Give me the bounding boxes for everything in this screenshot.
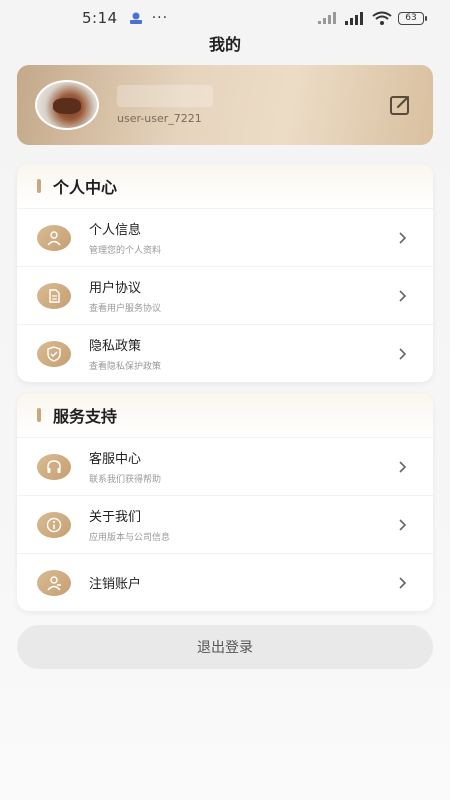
menu-subtitle: 管理您的个人资料 xyxy=(89,246,162,256)
menu-subtitle: 联系我们获得帮助 xyxy=(89,475,162,485)
profile-username: user-user_7221 xyxy=(117,112,202,125)
chevron-right-icon xyxy=(399,576,407,589)
menu-item-customer-service[interactable]: 客服中心 联系我们获得帮助 xyxy=(17,437,433,495)
edit-profile-button[interactable] xyxy=(387,92,413,118)
wifi-icon xyxy=(372,11,392,25)
section-header: 个人中心 xyxy=(17,164,433,208)
menu-text: 客服中心 联系我们获得帮助 xyxy=(89,448,397,485)
menu-text: 用户协议 查看用户服务协议 xyxy=(89,277,397,314)
menu-subtitle: 查看用户服务协议 xyxy=(89,304,162,314)
menu-item-delete-account[interactable]: 注销账户 xyxy=(17,553,433,611)
profile-card[interactable]: user-user_7221 xyxy=(17,65,433,145)
menu-item-personal-info[interactable]: 个人信息 管理您的个人资料 xyxy=(17,208,433,266)
profile-name-placeholder xyxy=(117,85,213,107)
menu-title: 关于我们 xyxy=(89,510,142,525)
edit-icon xyxy=(390,95,410,115)
app-notification-icon xyxy=(129,12,142,24)
status-time: 5:14 xyxy=(82,9,118,27)
section-title: 个人中心 xyxy=(53,178,118,197)
profile-info: user-user_7221 xyxy=(117,85,387,125)
menu-text: 个人信息 管理您的个人资料 xyxy=(89,219,397,256)
chevron-right-icon xyxy=(399,460,407,473)
status-indicators: 63 xyxy=(318,11,427,25)
chevron-right-icon xyxy=(399,231,407,244)
headset-icon xyxy=(37,453,71,480)
info-icon xyxy=(37,511,71,538)
menu-item-about-us[interactable]: 关于我们 应用版本与公司信息 xyxy=(17,495,433,553)
menu-item-privacy-policy[interactable]: 隐私政策 查看隐私保护政策 xyxy=(17,324,433,382)
section-title: 服务支持 xyxy=(53,407,118,426)
menu-subtitle: 查看隐私保护政策 xyxy=(89,362,162,372)
user-remove-icon xyxy=(37,569,71,596)
user-icon xyxy=(37,224,71,251)
menu-text: 关于我们 应用版本与公司信息 xyxy=(89,506,397,543)
logout-button[interactable]: 退出登录 xyxy=(17,625,433,669)
chevron-right-icon xyxy=(399,518,407,531)
battery-icon: 63 xyxy=(398,11,427,25)
shield-icon xyxy=(37,340,71,367)
section-header: 服务支持 xyxy=(17,393,433,437)
menu-text: 隐私政策 查看隐私保护政策 xyxy=(89,335,397,372)
page-title: 我的 xyxy=(208,35,241,54)
section-service-support: 服务支持 客服中心 联系我们获得帮助 关于我们 应用版本与公司信息 注销账户 xyxy=(17,393,433,611)
chevron-right-icon xyxy=(399,347,407,360)
menu-title: 个人信息 xyxy=(89,223,142,238)
signal-icon xyxy=(318,12,336,24)
menu-text: 注销账户 xyxy=(89,573,397,592)
menu-title: 隐私政策 xyxy=(89,339,142,354)
menu-item-user-agreement[interactable]: 用户协议 查看用户服务协议 xyxy=(17,266,433,324)
document-icon xyxy=(37,282,71,309)
status-more-dots: ··· xyxy=(151,10,169,26)
section-accent-bar xyxy=(37,408,41,422)
menu-title: 用户协议 xyxy=(89,281,142,296)
section-personal-center: 个人中心 个人信息 管理您的个人资料 用户协议 查看用户服务协议 隐私政策 查看… xyxy=(17,164,433,382)
menu-subtitle: 应用版本与公司信息 xyxy=(89,533,171,543)
hd-signal-icon xyxy=(345,11,363,25)
avatar[interactable] xyxy=(35,80,99,130)
section-accent-bar xyxy=(37,179,41,193)
chevron-right-icon xyxy=(399,289,407,302)
menu-title: 注销账户 xyxy=(89,577,142,592)
menu-title: 客服中心 xyxy=(89,452,142,467)
